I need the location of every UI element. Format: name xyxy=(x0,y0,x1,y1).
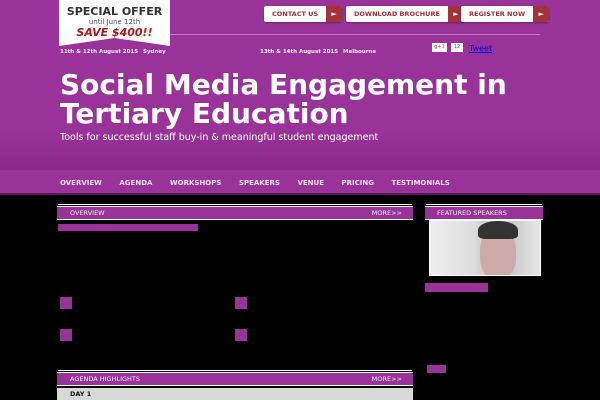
nav-venue[interactable]: VENUE xyxy=(297,170,324,193)
offer-until: until June 12th xyxy=(88,18,141,26)
speaker-photo[interactable] xyxy=(429,220,541,276)
arrow-right-icon: ► xyxy=(326,6,343,22)
overview-garbled-text xyxy=(58,224,198,231)
bullet-icon xyxy=(235,297,247,309)
nav-agenda[interactable]: AGENDA xyxy=(119,170,152,193)
button-label: DOWNLOAD BROCHURE xyxy=(354,10,440,18)
agenda-panel-header: AGENDA HIGHLIGHTS MORE>> xyxy=(56,371,414,387)
agenda-day-1[interactable]: DAY 1 xyxy=(57,388,413,400)
google-plus-count: 12 xyxy=(451,43,463,52)
main-nav: OVERVIEW AGENDA WORKSHOPS SPEAKERS VENUE… xyxy=(0,170,600,195)
nav-pricing[interactable]: PRICING xyxy=(341,170,373,193)
nav-overview[interactable]: OVERVIEW xyxy=(60,170,102,193)
special-offer-banner[interactable]: SPECIAL OFFER until June 12th SAVE $400!… xyxy=(59,0,170,46)
download-brochure-button[interactable]: DOWNLOAD BROCHURE ► xyxy=(346,6,464,22)
agenda-more-link[interactable]: MORE>> xyxy=(372,373,402,386)
google-plus-button[interactable]: g+1 xyxy=(432,43,447,52)
bullet-icon xyxy=(235,329,247,341)
overview-more-link[interactable]: MORE>> xyxy=(372,207,402,220)
speaker-name-garbled[interactable] xyxy=(425,283,488,292)
button-label: REGISTER NOW xyxy=(469,10,526,18)
page-title: Social Media Engagement in Tertiary Educ… xyxy=(60,68,507,130)
bullet-icon xyxy=(60,297,72,309)
button-label: CONTACT US xyxy=(272,10,319,18)
contact-us-button[interactable]: CONTACT US ► xyxy=(264,6,343,22)
offer-save: SAVE $400!! xyxy=(76,26,153,39)
divider xyxy=(170,34,540,35)
event-city-melbourne: Melbourne xyxy=(343,49,377,55)
event-city-sydney: Sydney xyxy=(143,49,166,55)
speakers-heading: FEATURED SPEAKERS xyxy=(437,209,507,217)
offer-title: SPECIAL OFFER xyxy=(66,5,163,18)
overview-panel-header: OVERVIEW MORE>> xyxy=(56,205,414,221)
tweet-link[interactable]: Tweet xyxy=(469,44,492,53)
page-subtitle: Tools for successful staff buy-in & mean… xyxy=(60,132,379,143)
speaker-more-garbled[interactable] xyxy=(427,365,446,373)
speakers-panel-header: FEATURED SPEAKERS xyxy=(424,205,544,221)
nav-speakers[interactable]: SPEAKERS xyxy=(239,170,280,193)
nav-workshops[interactable]: WORKSHOPS xyxy=(170,170,222,193)
event-date-melbourne: 13th & 14th August 2015 xyxy=(260,49,339,55)
event-date-sydney: 11th & 12th August 2015 xyxy=(60,49,139,55)
nav-testimonials[interactable]: TESTIMONIALS xyxy=(391,170,449,193)
overview-heading: OVERVIEW xyxy=(70,209,105,217)
header: SPECIAL OFFER until June 12th SAVE $400!… xyxy=(0,0,600,170)
register-now-button[interactable]: REGISTER NOW ► xyxy=(461,6,550,22)
agenda-heading: AGENDA HIGHLIGHTS xyxy=(70,375,141,383)
hair xyxy=(478,221,518,239)
bullet-icon xyxy=(60,329,72,341)
arrow-right-icon: ► xyxy=(533,6,550,22)
